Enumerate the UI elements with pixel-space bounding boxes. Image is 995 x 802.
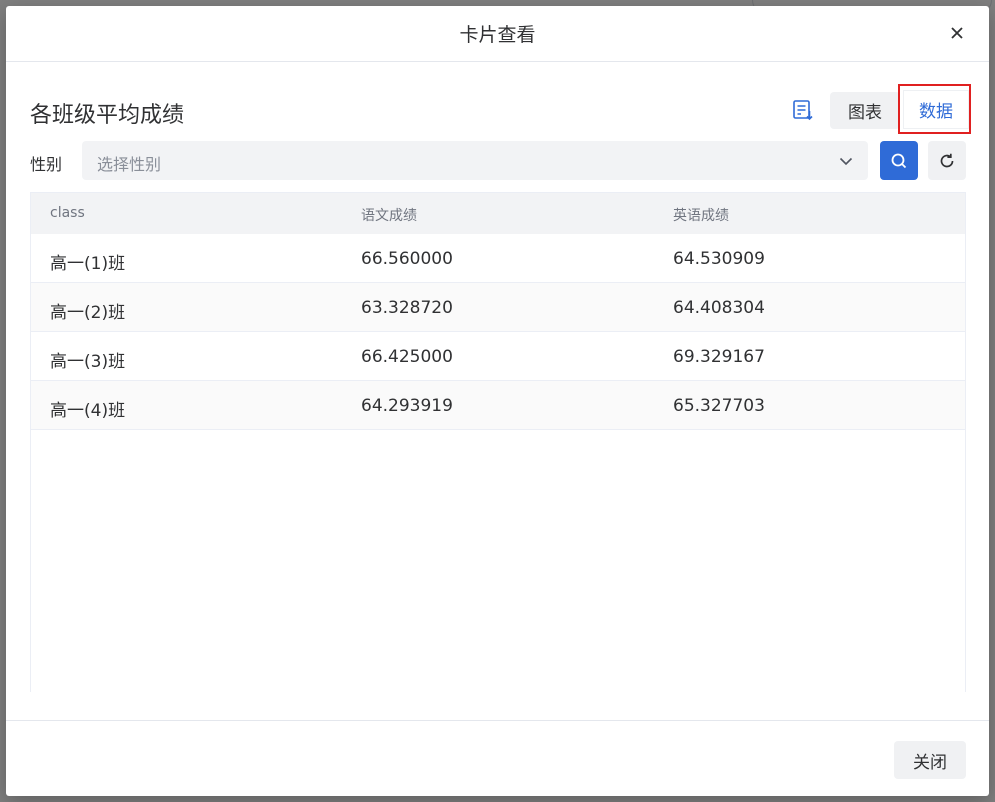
card-view-dialog: 卡片查看 各班级平均成绩 图表 数据 性别 选择性别 class 语文成绩 英语… xyxy=(6,6,989,796)
table-cell: 高一(3)班 xyxy=(50,352,126,372)
table-header: class 语文成绩 英语成绩 xyxy=(31,193,965,234)
table-cell: 高一(1)班 xyxy=(50,254,126,274)
chevron-down-icon xyxy=(839,157,853,166)
search-button[interactable] xyxy=(880,141,918,180)
dialog-title: 卡片查看 xyxy=(459,24,536,46)
table-cell: 63.328720 xyxy=(361,298,453,318)
table-cell: 64.530909 xyxy=(673,249,765,269)
list-export-icon xyxy=(793,100,813,121)
close-icon xyxy=(951,27,963,39)
dialog-close-button[interactable] xyxy=(947,23,967,43)
column-header: 英语成绩 xyxy=(673,208,729,224)
column-header: 语文成绩 xyxy=(361,208,417,224)
table-cell: 64.408304 xyxy=(673,298,765,318)
gender-select[interactable]: 选择性别 xyxy=(82,141,868,180)
table-row: 高一(4)班 64.293919 65.327703 xyxy=(31,381,965,430)
dialog-footer: 关闭 xyxy=(6,720,989,796)
gender-filter-label: 性别 xyxy=(30,155,63,174)
search-icon xyxy=(891,153,907,168)
table-cell: 64.293919 xyxy=(361,396,453,416)
chart-view-button[interactable]: 图表 xyxy=(830,92,900,129)
table-cell: 69.329167 xyxy=(673,347,765,367)
table-cell: 66.560000 xyxy=(361,249,453,269)
table-row: 高一(1)班 66.560000 64.530909 xyxy=(31,234,965,283)
card-title: 各班级平均成绩 xyxy=(30,103,185,128)
data-view-button[interactable]: 数据 xyxy=(904,91,968,128)
table-cell: 66.425000 xyxy=(361,347,453,367)
table-cell: 65.327703 xyxy=(673,396,765,416)
reset-button[interactable] xyxy=(928,141,966,180)
refresh-icon xyxy=(940,153,954,167)
table-row: 高一(2)班 63.328720 64.408304 xyxy=(31,283,965,332)
table-cell: 高一(4)班 xyxy=(50,401,126,421)
dialog-header: 卡片查看 xyxy=(6,6,989,62)
export-button[interactable] xyxy=(792,99,814,121)
table-cell: 高一(2)班 xyxy=(50,303,126,323)
close-button[interactable]: 关闭 xyxy=(894,741,966,779)
column-header: class xyxy=(50,205,85,221)
gender-select-placeholder: 选择性别 xyxy=(97,155,162,174)
data-table: class 语文成绩 英语成绩 高一(1)班 66.560000 64.5309… xyxy=(30,192,966,692)
table-row: 高一(3)班 66.425000 69.329167 xyxy=(31,332,965,381)
data-view-highlight-box: 数据 xyxy=(898,84,971,134)
